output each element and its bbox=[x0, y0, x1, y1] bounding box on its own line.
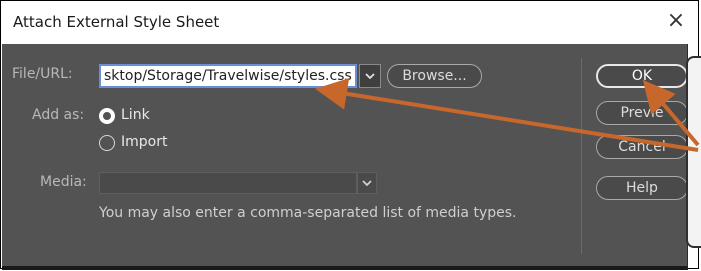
chevron-down-icon bbox=[365, 73, 375, 79]
media-input[interactable] bbox=[99, 172, 357, 194]
import-radio[interactable] bbox=[99, 135, 115, 151]
preview-button[interactable]: Previe bbox=[596, 101, 688, 125]
title-bar: Attach External Style Sheet × bbox=[1, 1, 698, 43]
media-hint-text: You may also enter a comma-separated lis… bbox=[99, 205, 517, 221]
dialog-title: Attach External Style Sheet bbox=[13, 13, 220, 31]
file-url-input[interactable]: sktop/Storage/Travelwise/styles.css bbox=[99, 64, 357, 88]
dialog-body: File/URL: sktop/Storage/Travelwise/style… bbox=[2, 44, 688, 270]
help-button[interactable]: Help bbox=[596, 176, 688, 200]
import-radio-label[interactable]: Import bbox=[121, 134, 167, 150]
browse-button[interactable]: Browse... bbox=[387, 64, 482, 88]
cancel-button[interactable]: Cancel bbox=[596, 135, 688, 159]
media-dropdown-button[interactable] bbox=[357, 172, 377, 194]
ok-button[interactable]: OK bbox=[596, 64, 688, 88]
link-radio[interactable] bbox=[99, 108, 115, 124]
close-icon[interactable]: × bbox=[662, 7, 690, 35]
file-url-dropdown-button[interactable] bbox=[359, 64, 381, 88]
callout-box bbox=[686, 56, 701, 248]
add-as-label: Add as: bbox=[32, 107, 85, 123]
divider bbox=[581, 58, 582, 254]
file-url-label: File/URL: bbox=[12, 66, 73, 82]
link-radio-label[interactable]: Link bbox=[121, 107, 150, 123]
chevron-down-icon bbox=[362, 180, 372, 186]
media-label: Media: bbox=[40, 174, 87, 190]
